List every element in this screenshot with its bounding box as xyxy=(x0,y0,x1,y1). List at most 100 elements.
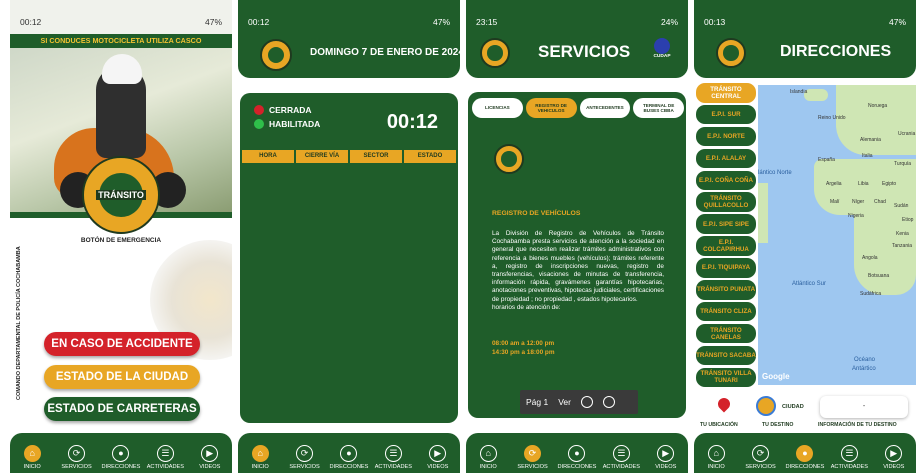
status-bar: 00:12 47% xyxy=(238,14,460,30)
map-label: Kenia xyxy=(896,231,909,237)
location-item[interactable]: TRÁNSITO CANELAS xyxy=(696,323,756,344)
status-time: 00:12 xyxy=(248,17,270,27)
location-item[interactable]: TRÁNSITO CENTRAL xyxy=(696,83,756,103)
location-icon: ● xyxy=(340,445,358,462)
location-item[interactable]: E.P.I. ALALAY xyxy=(696,148,756,169)
activities-icon: ☰ xyxy=(612,445,630,462)
hours-afternoon: 14:30 pm a 18:00 pm xyxy=(492,349,555,356)
nav-direcciones[interactable]: ● DIRECCIONES xyxy=(555,445,599,470)
destination-city: CIUDAD xyxy=(782,404,804,410)
destination-icon[interactable] xyxy=(756,396,776,416)
services-icon: ⟳ xyxy=(752,445,770,462)
map-label: Atlántico Sur xyxy=(792,281,827,287)
route-bar: TU UBICACIÓN CIUDAD TU DESTINO - INFORMA… xyxy=(694,392,916,432)
tab-registro-vehiculos[interactable]: REGISTRO DE VEHICULOS xyxy=(525,98,577,118)
current-date: DOMINGO 7 DE ENERO DE 2024 xyxy=(310,47,460,58)
accident-button[interactable]: EN CASO DE ACCIDENTE xyxy=(44,332,200,356)
nav-label: INICIO xyxy=(23,464,41,470)
location-item[interactable]: E.P.I. COLCAPIRHUA xyxy=(696,236,756,256)
services-screen: 23:15 24% SERVICIOS CUDAP LICENCIAS REGI… xyxy=(466,0,688,473)
nav-label: SERVICIOS xyxy=(61,464,92,470)
police-command-text: COMANDO DEPARTAMENTAL DE POLICÍA COCHABA… xyxy=(16,246,22,400)
road-status-button[interactable]: ESTADO DE CARRETERAS xyxy=(44,397,200,421)
tab-licencias[interactable]: LICENCIAS xyxy=(472,98,523,118)
map-label: Egipto xyxy=(882,181,897,187)
nav-actividades[interactable]: ☰ ACTIVIDADES xyxy=(827,445,871,470)
tab-terminal-buses[interactable]: TERMINAL DE BUSES CBBA xyxy=(633,98,684,118)
nav-servicios[interactable]: ⟳ SERVICIOS xyxy=(54,445,98,470)
hours-morning: 08:00 am a 12:00 pm xyxy=(492,340,555,347)
nav-label: INICIO xyxy=(479,464,497,470)
location-item[interactable]: E.P.I. SIPE SIPE xyxy=(696,214,756,234)
column-header: CIERRE VÍA xyxy=(296,150,348,163)
nav-servicios[interactable]: ⟳ SERVICIOS xyxy=(282,445,326,470)
zoom-out-icon[interactable] xyxy=(602,396,615,408)
transito-badge-icon: TRÁNSITO xyxy=(82,156,160,234)
location-item[interactable]: TRÁNSITO SACABA xyxy=(696,345,756,366)
location-item[interactable]: E.P.I. COÑA COÑA xyxy=(696,170,756,191)
location-item[interactable]: TRÁNSITO QUILLACOLLO xyxy=(696,192,756,212)
nav-inicio[interactable]: ⌂ INICIO xyxy=(10,445,54,470)
video-icon: ▶ xyxy=(201,445,219,462)
page-title: SERVICIOS xyxy=(538,42,631,61)
location-item[interactable]: TRÁNSITO CLIZA xyxy=(696,301,756,322)
transito-logo-icon xyxy=(480,38,510,68)
nav-actividades[interactable]: ☰ ACTIVIDADES xyxy=(599,445,643,470)
nav-videos[interactable]: ▶ VIDEOS xyxy=(416,445,460,470)
map-label: Sudán xyxy=(894,203,909,209)
activities-icon: ☰ xyxy=(156,445,174,462)
services-icon: ⟳ xyxy=(296,445,314,462)
nav-videos[interactable]: ▶ VIDEOS xyxy=(188,445,232,470)
video-icon: ▶ xyxy=(429,445,447,462)
nav-servicios[interactable]: ⟳ SERVICIOS xyxy=(738,445,782,470)
nav-inicio[interactable]: ⌂ INICIO xyxy=(694,445,738,470)
nav-actividades[interactable]: ☰ ACTIVIDADES xyxy=(143,445,187,470)
nav-videos[interactable]: ▶ VIDEOS xyxy=(644,445,688,470)
activities-icon: ☰ xyxy=(840,445,858,462)
red-dot-icon xyxy=(254,105,264,115)
nav-direcciones[interactable]: ● DIRECCIONES xyxy=(783,445,827,470)
map-label: Islandia xyxy=(790,89,808,95)
map-view[interactable]: Islandia Noruega Reino Unido Alemania Uc… xyxy=(758,85,916,385)
services-icon: ⟳ xyxy=(524,445,542,462)
directions-screen: 00:13 47% DIRECCIONES TRÁNSITO CENTRAL E… xyxy=(694,0,916,473)
nav-label: SERVICIOS xyxy=(745,464,776,470)
nav-direcciones[interactable]: ● DIRECCIONES xyxy=(327,445,371,470)
pdf-page-indicator: Pág 1 xyxy=(526,397,549,407)
nav-videos[interactable]: ▶ VIDEOS xyxy=(872,445,916,470)
destination-label: TU DESTINO xyxy=(762,422,794,428)
pdf-view-button[interactable]: Ver xyxy=(558,397,571,407)
location-icon: ● xyxy=(112,445,130,462)
pdf-toolbar: Pág 1 Ver xyxy=(520,390,638,414)
map-label: Etiop xyxy=(902,217,914,223)
tab-antecedentes[interactable]: ANTECEDENTES xyxy=(579,98,631,118)
document-logo-icon xyxy=(494,144,524,174)
map-label: Argelia xyxy=(826,181,842,187)
status-bar: 00:12 47% xyxy=(10,14,232,30)
nav-servicios[interactable]: ⟳ SERVICIOS xyxy=(510,445,554,470)
document-title: REGISTRO DE VEHÍCULOS xyxy=(492,210,581,217)
nav-direcciones[interactable]: ● DIRECCIONES xyxy=(99,445,143,470)
zoom-in-icon[interactable] xyxy=(580,396,593,408)
location-item[interactable]: TRÁNSITO PUNATA xyxy=(696,280,756,300)
map-label: lántico Norte xyxy=(758,170,792,176)
status-bar: 00:13 47% xyxy=(694,14,916,30)
home-icon: ⌂ xyxy=(479,445,497,462)
nav-inicio[interactable]: ⌂ INICIO xyxy=(466,445,510,470)
map-label: Antártico xyxy=(852,366,876,372)
location-item[interactable]: E.P.I. TIQUIPAYA xyxy=(696,258,756,278)
column-header: SECTOR xyxy=(350,150,402,163)
location-item[interactable]: E.P.I. SUR xyxy=(696,104,756,125)
nav-inicio[interactable]: ⌂ INICIO xyxy=(238,445,282,470)
bottom-nav: ⌂ INICIO ⟳ SERVICIOS ● DIRECCIONES ☰ ACTIVID… xyxy=(238,433,460,473)
location-item[interactable]: E.P.I. NORTE xyxy=(696,126,756,147)
nav-label: VIDEOS xyxy=(427,464,449,470)
nav-actividades[interactable]: ☰ ACTIVIDADES xyxy=(371,445,415,470)
location-item[interactable]: TRÁNSITO VILLA TUNARI xyxy=(696,367,756,388)
nav-label: SERVICIOS xyxy=(517,464,548,470)
nav-label: INICIO xyxy=(707,464,725,470)
location-pin-icon[interactable] xyxy=(718,398,730,414)
legend-closed-label: CERRADA xyxy=(269,105,312,115)
bottom-nav: ⌂ INICIO ⟳ SERVICIOS ● DIRECCIONES ☰ ACTIVID… xyxy=(10,433,232,473)
city-status-button[interactable]: ESTADO DE LA CIUDAD xyxy=(44,365,200,389)
